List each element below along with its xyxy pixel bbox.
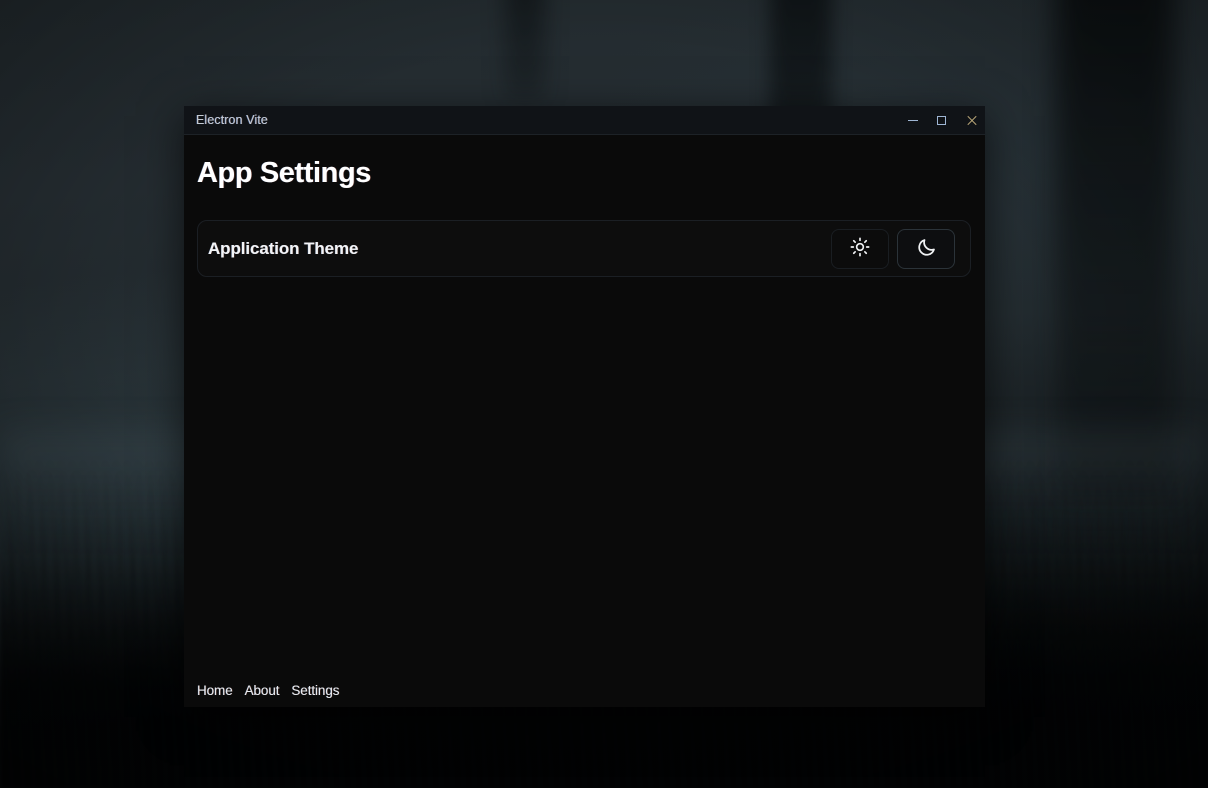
theme-setting-card: Application Theme [197, 220, 971, 277]
minimize-button[interactable] [898, 106, 927, 134]
window-title: Electron Vite [196, 113, 268, 127]
dark-theme-button[interactable] [897, 228, 955, 269]
moon-icon [916, 237, 937, 261]
close-button[interactable] [956, 106, 985, 134]
maximize-icon [937, 115, 946, 125]
tree-trunk-silhouette [1055, 0, 1175, 500]
sun-icon [850, 237, 870, 260]
light-theme-button[interactable] [831, 228, 889, 269]
theme-setting-label: Application Theme [208, 238, 359, 258]
theme-toggle-group [831, 228, 955, 269]
tree-trunk-silhouette [505, 0, 545, 100]
nav-link-about[interactable]: About [245, 683, 280, 698]
application-window: Electron Vite App Settings Application T… [184, 106, 985, 707]
bottom-navigation: Home About Settings [197, 683, 339, 698]
nav-link-settings[interactable]: Settings [291, 683, 339, 698]
close-icon [966, 115, 976, 125]
window-content: App Settings Application Theme Home Abou… [184, 135, 985, 707]
window-controls [898, 106, 985, 134]
maximize-button[interactable] [927, 106, 956, 134]
page-title: App Settings [197, 157, 372, 189]
nav-link-home[interactable]: Home [197, 683, 233, 698]
window-titlebar[interactable]: Electron Vite [184, 106, 985, 135]
minimize-icon [907, 119, 918, 121]
desktop-background: Electron Vite App Settings Application T… [0, 0, 1208, 788]
